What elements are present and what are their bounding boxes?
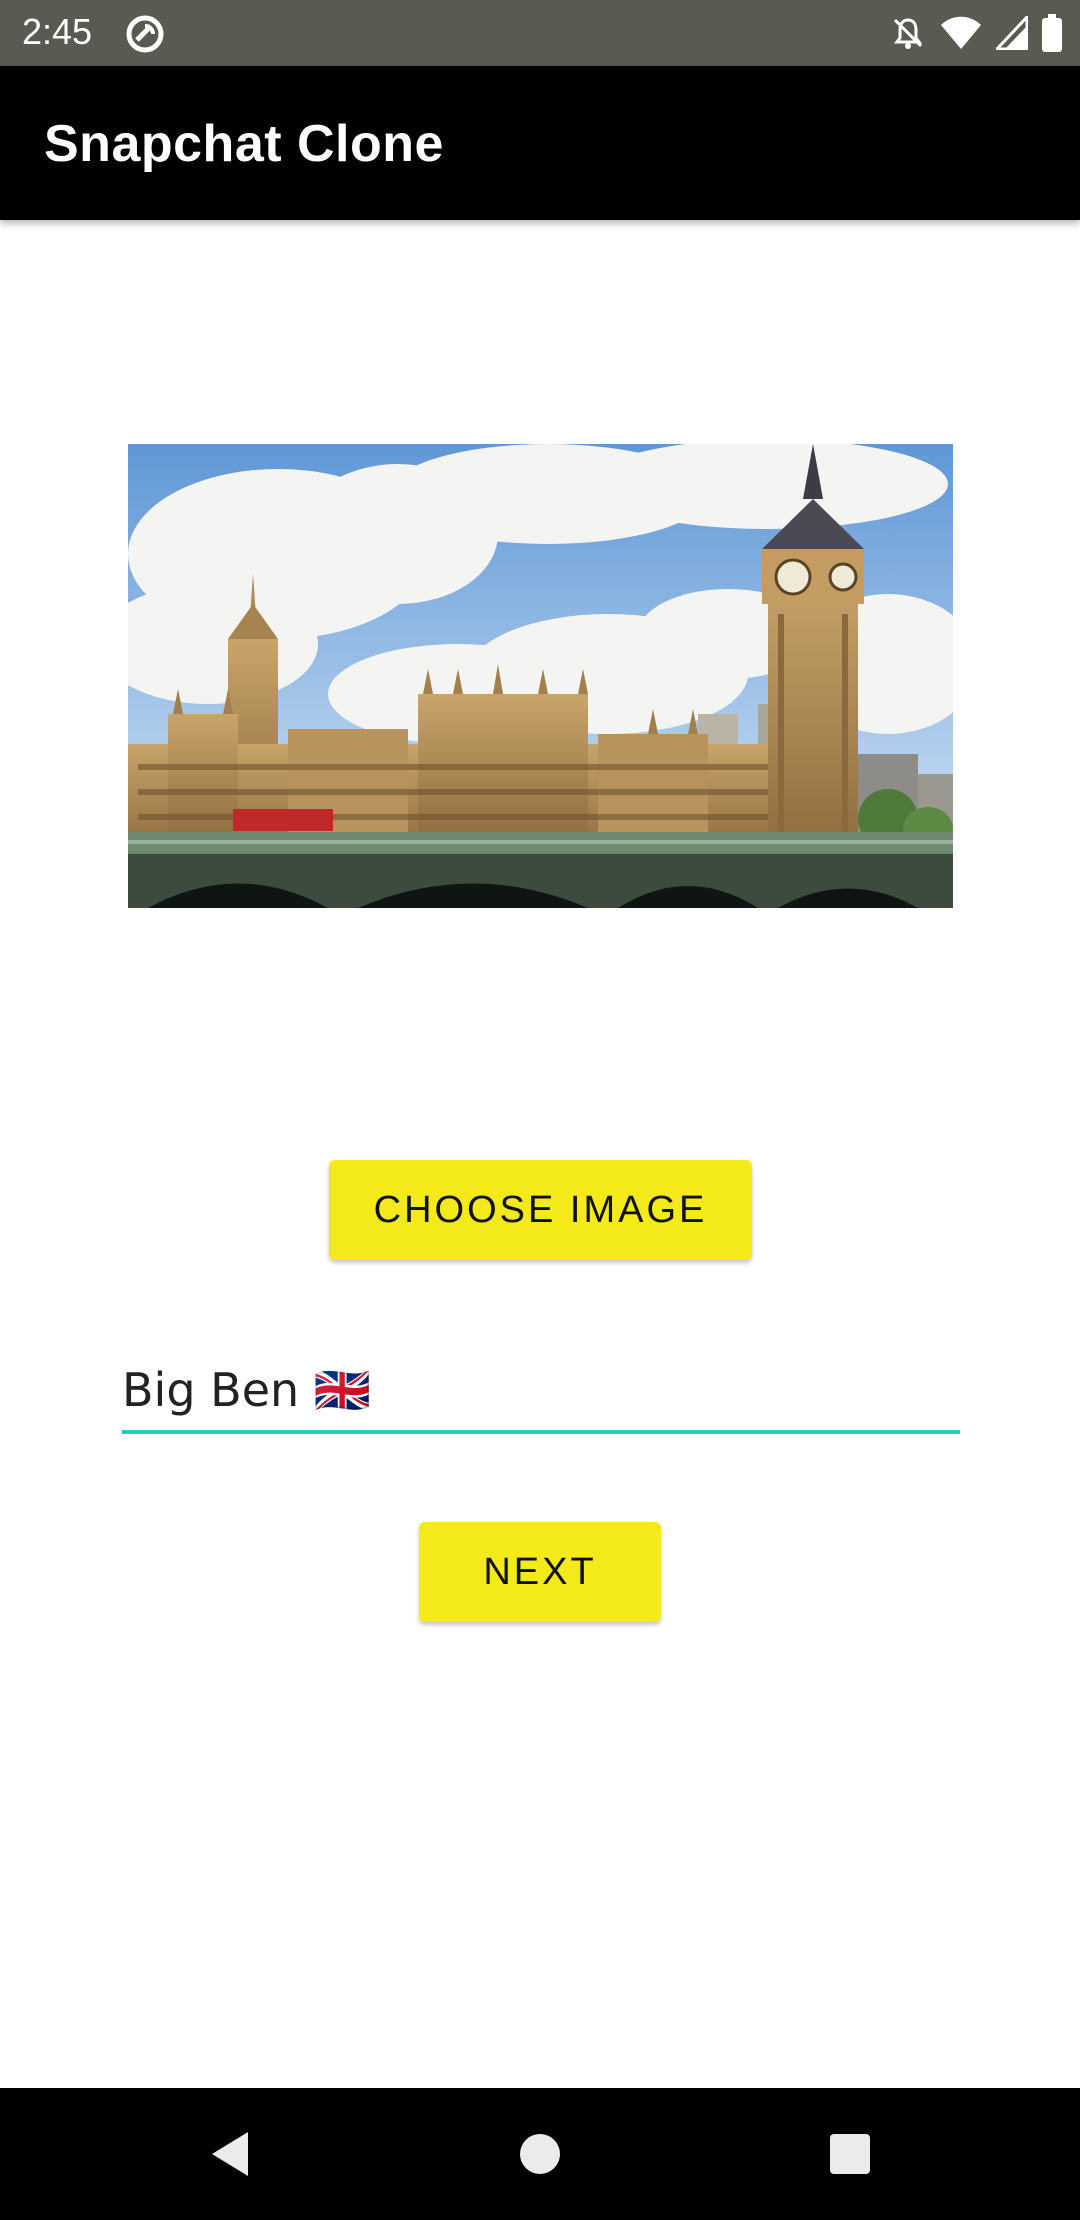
notifications-off-icon bbox=[890, 15, 926, 51]
message-field[interactable] bbox=[122, 1350, 960, 1434]
message-field-underline bbox=[122, 1430, 960, 1434]
selected-image bbox=[128, 444, 953, 908]
navigation-bar bbox=[0, 2088, 1080, 2220]
battery-icon bbox=[1042, 14, 1062, 52]
back-icon[interactable] bbox=[200, 2124, 260, 2184]
message-input[interactable] bbox=[122, 1350, 960, 1430]
status-bar: 2:45 bbox=[0, 0, 1080, 66]
wifi-icon bbox=[940, 16, 982, 50]
app-title: Snapchat Clone bbox=[44, 115, 444, 173]
next-button[interactable]: NEXT bbox=[419, 1522, 661, 1622]
choose-image-button[interactable]: CHOOSE IMAGE bbox=[329, 1160, 752, 1260]
cell-signal-icon bbox=[996, 16, 1028, 50]
recents-icon[interactable] bbox=[820, 2124, 880, 2184]
app-bar: Snapchat Clone bbox=[0, 66, 1080, 220]
status-time: 2:45 bbox=[22, 11, 93, 52]
status-icons bbox=[890, 12, 1062, 54]
home-icon[interactable] bbox=[510, 2124, 570, 2184]
app-notification-icon bbox=[124, 13, 166, 55]
